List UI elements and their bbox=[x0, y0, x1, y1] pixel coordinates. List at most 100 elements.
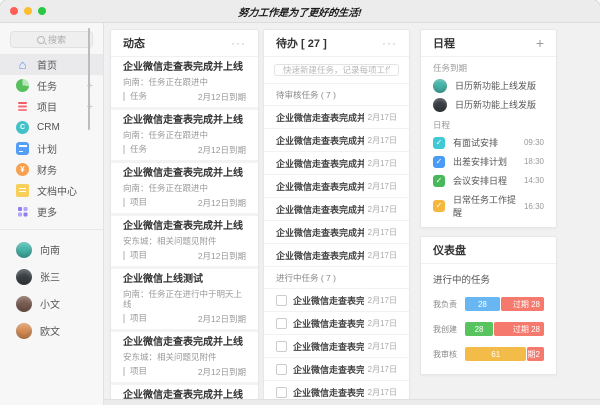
member-name: 向南 bbox=[40, 246, 60, 257]
todo-item-title: 企业微信走查表完成并上线 bbox=[276, 135, 364, 146]
feed-list: 企业微信走查表完成并上线 向南：任务正在跟进中 任务 2月12日到期 企业微信走… bbox=[111, 57, 258, 399]
avatar bbox=[16, 241, 32, 258]
sidebar-scrollbar[interactable] bbox=[88, 28, 90, 130]
feed-card-title: 企业微信走查表完成并上线 bbox=[123, 115, 243, 126]
sidebar-item-label: 计划 bbox=[37, 145, 57, 156]
feed-card[interactable]: 企业微信走查表完成并上线 安东城：相关问题见附件 项目 2月12日到期 bbox=[111, 213, 258, 266]
quick-add-task-input[interactable] bbox=[274, 64, 399, 76]
schedule-event[interactable]: ✓ 出差安排计划 18:30 bbox=[421, 152, 556, 171]
bar-segment: 过期 28 bbox=[494, 322, 544, 336]
todo-item[interactable]: 企业微信走查表完成并上线 2月17日 bbox=[264, 105, 409, 128]
feed-card[interactable]: 企业微信走查表完成并上线 向南：任务正在跟进中 任务 2月12日到期 bbox=[111, 57, 258, 107]
event-check-icon: ✓ bbox=[433, 136, 445, 149]
feed-card-comment: 向南：任务正在跟进中 bbox=[123, 183, 209, 193]
sidebar-item[interactable]: 财务 bbox=[0, 159, 103, 180]
search-input[interactable]: 搜索 bbox=[10, 31, 93, 48]
dashboard-title: 仪表盘 bbox=[433, 245, 466, 257]
feed-card-due-date: 2月12日到期 bbox=[197, 366, 246, 377]
feed-card-title: 企业微信上线测试 bbox=[123, 274, 203, 285]
member-item[interactable]: 欧文 bbox=[0, 317, 103, 344]
todo-item[interactable]: 企业微信走查表完成并上线 2月17日 bbox=[264, 220, 409, 243]
todo-item-date: 2月17日 bbox=[367, 204, 397, 214]
task-due-item[interactable]: 日历新功能上线发版 bbox=[421, 76, 556, 95]
feed-card[interactable]: 企业微信走查表完成并上线 安东城：相关问题见附件 项目 2月12日到期 bbox=[111, 382, 258, 399]
todo-item-date: 2月17日 bbox=[367, 135, 397, 145]
dashboard-bar-row: 我审核 61过期2 bbox=[433, 347, 544, 361]
todo-item-title: 企业微信走查表完成并上线 bbox=[293, 387, 364, 398]
bar-track: 61过期2 bbox=[465, 347, 544, 361]
todo-item-title: 企业微信走查表完成并上线 bbox=[293, 318, 364, 329]
event-label: 会议安排日程 bbox=[453, 176, 508, 186]
todo-item[interactable]: 企业微信走查表完成并上线 2月17日 bbox=[264, 243, 409, 266]
schedule-panel: 日程 + 任务到期 日历新功能上线发版 日历新功能上线发版 日程 ✓ 有面试安排… bbox=[420, 29, 557, 228]
task-due-label: 任务到期 bbox=[433, 63, 468, 73]
avatar bbox=[433, 97, 447, 112]
task-checkbox[interactable] bbox=[276, 386, 287, 398]
task-checkbox[interactable] bbox=[276, 363, 287, 375]
feed-card[interactable]: 企业微信走查表完成并上线 向南：任务正在跟进中 项目 2月12日到期 bbox=[111, 160, 258, 213]
sidebar-item[interactable]: 更多 bbox=[0, 201, 103, 222]
feed-card[interactable]: 企业微信走查表完成并上线 安东城：相关问题见附件 项目 2月12日到期 bbox=[111, 329, 258, 382]
todo-section: 待审核任务 ( 7 ) 企业微信走查表完成并上线 2月17日 企业微信走查表完成… bbox=[264, 83, 409, 266]
task-due-item[interactable]: 日历新功能上线发版 bbox=[421, 95, 556, 114]
todo-item-title: 企业微信走查表完成并上线 bbox=[276, 158, 364, 169]
todo-item[interactable]: 企业微信走查表完成并上线 2月17日 bbox=[264, 288, 409, 311]
member-item[interactable]: 向南 bbox=[0, 236, 103, 263]
avatar bbox=[433, 78, 447, 93]
sidebar-item-label: 项目 bbox=[37, 103, 57, 114]
event-list: ✓ 有面试安排 09:30 ✓ 出差安排计划 18:30 ✓ 会议安排日程 14… bbox=[421, 133, 556, 222]
todo-item-date: 2月17日 bbox=[367, 387, 397, 397]
task-due-name: 日历新功能上线发版 bbox=[455, 81, 537, 91]
todo-item-title: 企业微信走查表完成并上线 bbox=[276, 250, 364, 261]
add-schedule-button[interactable]: + bbox=[536, 36, 544, 50]
todo-item[interactable]: 企业微信走查表完成并上线 2月17日 bbox=[264, 128, 409, 151]
todo-title: 待办 [ 27 ] bbox=[276, 38, 327, 50]
feed-card-tag: 任务 bbox=[123, 145, 147, 154]
todo-item[interactable]: 企业微信走查表完成并上线 2月17日 bbox=[264, 151, 409, 174]
home-icon bbox=[16, 58, 29, 71]
sidebar-item-label: 文档中心 bbox=[37, 187, 77, 198]
feed-card[interactable]: 企业微信上线测试 向南：任务正在进行中于明天上线 项目 2月12日到期 bbox=[111, 266, 258, 329]
avatar bbox=[16, 268, 32, 285]
feed-card-title: 企业微信走查表完成并上线 bbox=[123, 168, 243, 179]
todo-item[interactable]: 企业微信走查表完成并上线 2月17日 bbox=[264, 357, 409, 380]
todo-item[interactable]: 企业微信走查表完成并上线 2月17日 bbox=[264, 174, 409, 197]
event-label: 有面试安排 bbox=[453, 138, 499, 148]
feed-more-icon[interactable]: ··· bbox=[231, 37, 246, 49]
feed-card-comment: 安东城：相关问题见附件 bbox=[123, 352, 217, 362]
todo-item[interactable]: 企业微信走查表完成并上线 2月17日 bbox=[264, 311, 409, 334]
todo-item[interactable]: 企业微信走查表完成并上线 2月17日 bbox=[264, 197, 409, 220]
todo-item-title: 企业微信走查表完成并上线 bbox=[293, 364, 364, 375]
todo-item-date: 2月17日 bbox=[367, 112, 397, 122]
bar-category-label: 我审核 bbox=[433, 349, 457, 359]
todo-item[interactable]: 企业微信走查表完成并上线 2月17日 bbox=[264, 380, 409, 399]
sidebar-item[interactable]: 文档中心 bbox=[0, 180, 103, 201]
task-checkbox[interactable] bbox=[276, 294, 287, 306]
crm-icon bbox=[16, 121, 29, 134]
bar-segment: 过期2 bbox=[527, 347, 544, 361]
todo-item-date: 2月17日 bbox=[367, 364, 397, 374]
schedule-event[interactable]: ✓ 有面试安排 09:30 bbox=[421, 133, 556, 152]
feed-card[interactable]: 企业微信走查表完成并上线 向南：任务正在跟进中 任务 2月12日到期 bbox=[111, 107, 258, 160]
schedule-event[interactable]: ✓ 会议安排日程 14:30 bbox=[421, 171, 556, 190]
sidebar-item-label: CRM bbox=[37, 122, 60, 133]
todo-header: 待办 [ 27 ] ··· bbox=[264, 30, 409, 57]
event-check-icon: ✓ bbox=[433, 174, 445, 187]
docs-icon bbox=[16, 184, 29, 197]
sidebar-item[interactable]: 计划 bbox=[0, 138, 103, 159]
todo-item[interactable]: 企业微信走查表完成并上线 2月17日 bbox=[264, 334, 409, 357]
member-item[interactable]: 张三 bbox=[0, 263, 103, 290]
task-checkbox[interactable] bbox=[276, 317, 287, 329]
feed-card-comment: 安东城：相关问题见附件 bbox=[123, 236, 217, 246]
todo-item-date: 2月17日 bbox=[367, 318, 397, 328]
todo-item-date: 2月17日 bbox=[367, 250, 397, 260]
dashboard-bars: 我负责28过期 28我创建28过期 28我审核61过期2 bbox=[433, 297, 544, 361]
member-item[interactable]: 小文 bbox=[0, 290, 103, 317]
todo-more-icon[interactable]: ··· bbox=[382, 37, 397, 49]
event-check-icon: ✓ bbox=[433, 155, 445, 168]
task-checkbox[interactable] bbox=[276, 340, 287, 352]
schedule-event[interactable]: ✓ 日常任务工作提醒 16:30 bbox=[421, 190, 556, 222]
bar-segment: 28 bbox=[465, 322, 494, 336]
todo-item-date: 2月17日 bbox=[367, 158, 397, 168]
event-label: 日常任务工作提醒 bbox=[453, 195, 517, 218]
